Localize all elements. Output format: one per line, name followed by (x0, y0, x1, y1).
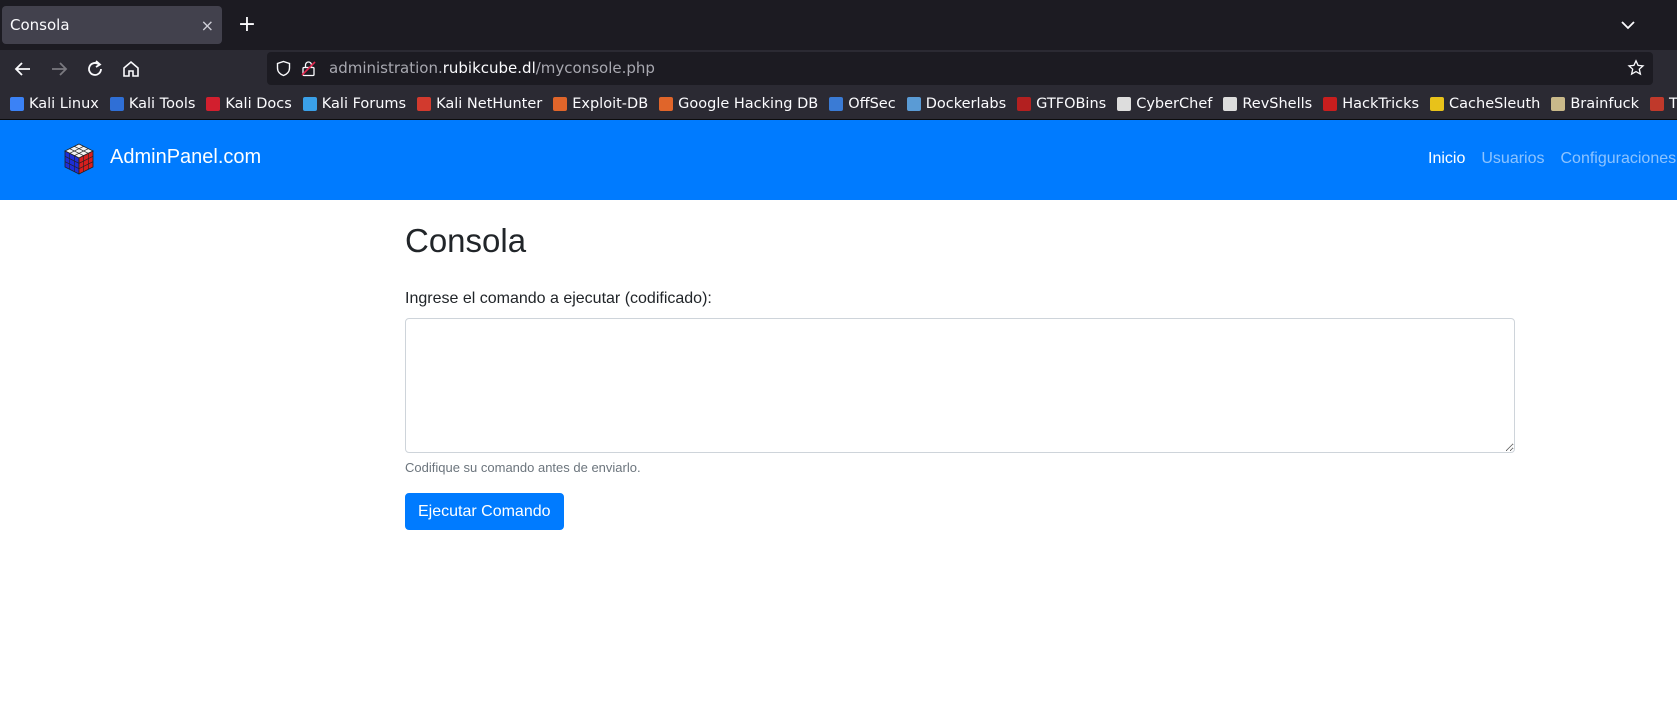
nav-link-inicio[interactable]: Inicio (1428, 150, 1465, 168)
bookmark-label: Kali Docs (225, 95, 292, 112)
bookmark-star-icon[interactable] (1627, 59, 1645, 77)
site-navbar: AdminPanel.com Inicio Usuarios Configura… (0, 120, 1677, 200)
bookmark-label: OffSec (848, 95, 896, 112)
bookmark-item[interactable]: Kali Linux (10, 96, 99, 112)
bookmark-favicon-icon (829, 96, 844, 111)
bookmark-item[interactable]: RevShells (1223, 96, 1312, 112)
bookmark-favicon-icon (302, 96, 317, 111)
forward-icon[interactable] (47, 57, 71, 81)
bookmark-favicon-icon (10, 96, 24, 111)
bookmark-favicon-icon (1117, 96, 1132, 111)
bookmark-item[interactable]: CyberChef (1117, 96, 1212, 112)
reload-icon[interactable] (83, 57, 107, 81)
command-textarea[interactable] (405, 318, 1515, 453)
bookmark-favicon-icon (553, 96, 568, 111)
bookmark-label: GTFOBins (1036, 95, 1107, 112)
tab-close-icon[interactable]: × (201, 16, 214, 35)
bookmark-label: RevShells (1242, 95, 1313, 112)
bookmark-favicon-icon (417, 96, 432, 111)
bookmark-label: Kali Linux (29, 95, 99, 112)
bookmark-item[interactable]: TryHackMe (1650, 96, 1677, 112)
bookmark-favicon-icon (1430, 96, 1445, 111)
bookmark-item[interactable]: Kali Tools (109, 95, 196, 112)
bookmarks-toolbar: Kali Linux Kali Tools Kali Docs Kali Forums… (0, 88, 1677, 120)
bookmark-item[interactable]: Kali Forums (302, 95, 407, 112)
tab-strip: Consola × + (0, 0, 1677, 50)
bookmark-item[interactable]: Kali Docs (206, 95, 292, 112)
insecure-lock-icon[interactable] (300, 60, 317, 77)
url-domain: rubikcube.dl (442, 59, 536, 77)
bookmark-favicon-icon (109, 96, 124, 111)
bookmark-favicon-icon (1223, 96, 1238, 111)
back-icon[interactable] (11, 57, 35, 81)
site-nav-links: Inicio Usuarios Configuraciones (1428, 150, 1677, 168)
bookmark-item[interactable]: Exploit-DB (553, 96, 648, 112)
shield-icon[interactable] (275, 60, 292, 77)
bookmark-favicon-icon (1551, 96, 1566, 111)
bookmark-favicon-icon (206, 96, 221, 111)
url-prefix: administration. (329, 59, 443, 77)
bookmark-favicon-icon (906, 96, 921, 111)
command-label: Ingrese el comando a ejecutar (codificad… (405, 290, 712, 307)
page-title: Consola (405, 222, 527, 259)
bookmark-item[interactable]: CacheSleuth (1430, 96, 1540, 112)
bookmark-item[interactable]: OffSec (829, 96, 896, 112)
url-text[interactable]: administration.rubikcube.dl/myconsole.ph… (329, 59, 655, 77)
tab-title: Consola (10, 16, 70, 34)
bookmark-favicon-icon (659, 96, 674, 111)
execute-command-button[interactable]: Ejecutar Comando (405, 493, 564, 530)
bookmark-label: Kali Forums (321, 95, 407, 112)
nav-toolbar: administration.rubikcube.dl/myconsole.ph… (0, 50, 1677, 88)
brand-name[interactable]: AdminPanel.com (110, 146, 261, 169)
bookmark-item[interactable]: HackTricks (1323, 96, 1419, 112)
bookmark-label: Google Hacking DB (678, 95, 819, 112)
bookmark-label: HackTricks (1342, 95, 1420, 112)
nav-link-configuraciones[interactable]: Configuraciones (1561, 150, 1677, 168)
command-help-text: Codifique su comando antes de enviarlo. (405, 460, 641, 475)
browser-tab[interactable]: Consola × (2, 6, 222, 44)
new-tab-button[interactable]: + (234, 12, 260, 38)
bookmark-item[interactable]: Kali NetHunter (417, 96, 542, 112)
bookmark-label: CyberChef (1136, 95, 1213, 112)
url-bar[interactable]: administration.rubikcube.dl/myconsole.ph… (267, 52, 1653, 85)
bookmark-item[interactable]: Dockerlabs (906, 95, 1007, 112)
nav-link-usuarios[interactable]: Usuarios (1481, 150, 1544, 168)
rubik-cube-logo[interactable] (62, 142, 96, 176)
bookmark-item[interactable]: GTFOBins (1017, 96, 1106, 112)
bookmark-item[interactable]: Google Hacking DB (659, 96, 818, 112)
bookmark-label: Exploit-DB (572, 95, 649, 112)
bookmark-label: Kali NetHunter (436, 95, 543, 112)
bookmark-label: TryHackMe (1669, 95, 1677, 112)
bookmark-favicon-icon (1017, 96, 1032, 111)
bookmark-label: CacheSleuth (1449, 95, 1541, 112)
chevron-down-icon[interactable] (1617, 14, 1639, 36)
bookmark-label: Brainfuck (1570, 95, 1640, 112)
bookmark-item[interactable]: Brainfuck (1551, 96, 1639, 112)
bookmark-label: Dockerlabs (925, 95, 1007, 112)
bookmark-label: Kali Tools (128, 95, 196, 112)
home-icon[interactable] (119, 57, 143, 81)
url-path: /myconsole.php (535, 59, 655, 77)
bookmark-favicon-icon (1323, 96, 1338, 111)
bookmarks-list: Kali Linux Kali Tools Kali Docs Kali Forums… (0, 88, 1677, 119)
bookmark-favicon-icon (1650, 96, 1665, 111)
